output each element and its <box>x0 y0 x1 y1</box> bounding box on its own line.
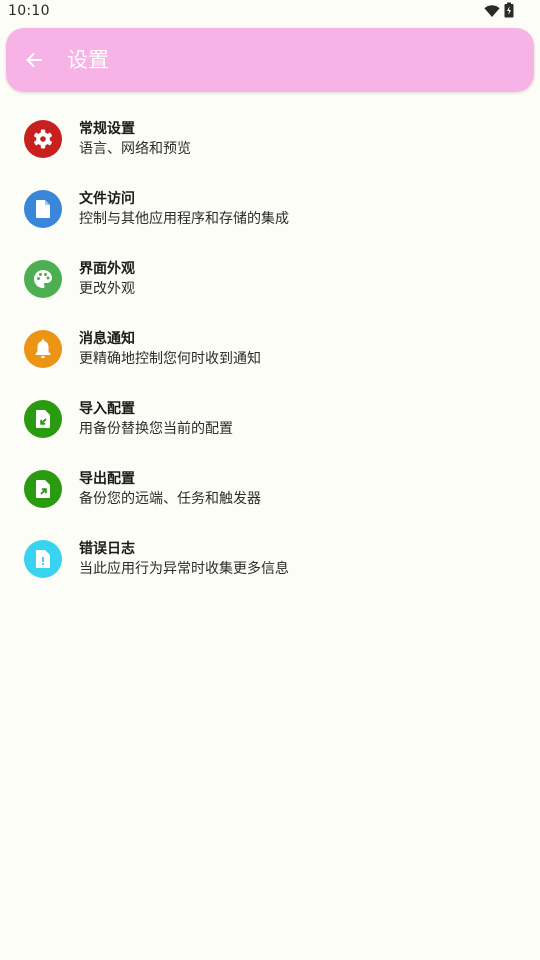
file-import-icon <box>24 400 62 438</box>
settings-item-subtitle: 更精确地控制您何时收到通知 <box>79 351 261 367</box>
settings-item-error-log[interactable]: 错误日志 当此应用行为异常时收集更多信息 <box>0 524 540 594</box>
settings-item-general[interactable]: 常规设置 语言、网络和预览 <box>0 104 540 174</box>
settings-item-subtitle: 控制与其他应用程序和存储的集成 <box>79 211 289 227</box>
bell-icon <box>24 330 62 368</box>
settings-item-title: 导出配置 <box>79 471 135 487</box>
battery-icon <box>504 2 514 22</box>
wifi-icon <box>484 3 500 22</box>
gear-icon <box>24 120 62 158</box>
settings-item-file-access[interactable]: 文件访问 控制与其他应用程序和存储的集成 <box>0 174 540 244</box>
settings-list: 常规设置 语言、网络和预览 文件访问 控制与其他应用程序和存储的集成 界面外观 … <box>0 104 540 594</box>
file-icon <box>24 190 62 228</box>
status-bar: 10:10 <box>0 0 540 24</box>
file-export-icon <box>24 470 62 508</box>
settings-item-appearance[interactable]: 界面外观 更改外观 <box>0 244 540 314</box>
settings-item-export-config[interactable]: 导出配置 备份您的远端、任务和触发器 <box>0 454 540 524</box>
settings-item-title: 常规设置 <box>79 121 135 137</box>
palette-icon <box>24 260 62 298</box>
status-icons <box>484 2 514 22</box>
file-error-icon <box>24 540 62 578</box>
settings-item-subtitle: 备份您的远端、任务和触发器 <box>79 491 261 507</box>
settings-item-title: 界面外观 <box>79 261 135 277</box>
page-title: 设置 <box>67 48 109 72</box>
settings-item-title: 错误日志 <box>79 541 135 557</box>
settings-item-title: 消息通知 <box>79 331 135 347</box>
arrow-back-icon <box>26 52 42 68</box>
settings-item-import-config[interactable]: 导入配置 用备份替换您当前的配置 <box>0 384 540 454</box>
back-button[interactable] <box>18 44 50 76</box>
settings-item-subtitle: 更改外观 <box>79 281 135 297</box>
app-bar: 设置 <box>6 28 534 92</box>
settings-item-subtitle: 用备份替换您当前的配置 <box>79 421 233 437</box>
settings-item-subtitle: 语言、网络和预览 <box>79 141 191 157</box>
settings-item-notifications[interactable]: 消息通知 更精确地控制您何时收到通知 <box>0 314 540 384</box>
settings-item-title: 导入配置 <box>79 401 135 417</box>
status-time: 10:10 <box>8 3 50 19</box>
settings-item-subtitle: 当此应用行为异常时收集更多信息 <box>79 561 289 577</box>
settings-item-title: 文件访问 <box>79 191 135 207</box>
